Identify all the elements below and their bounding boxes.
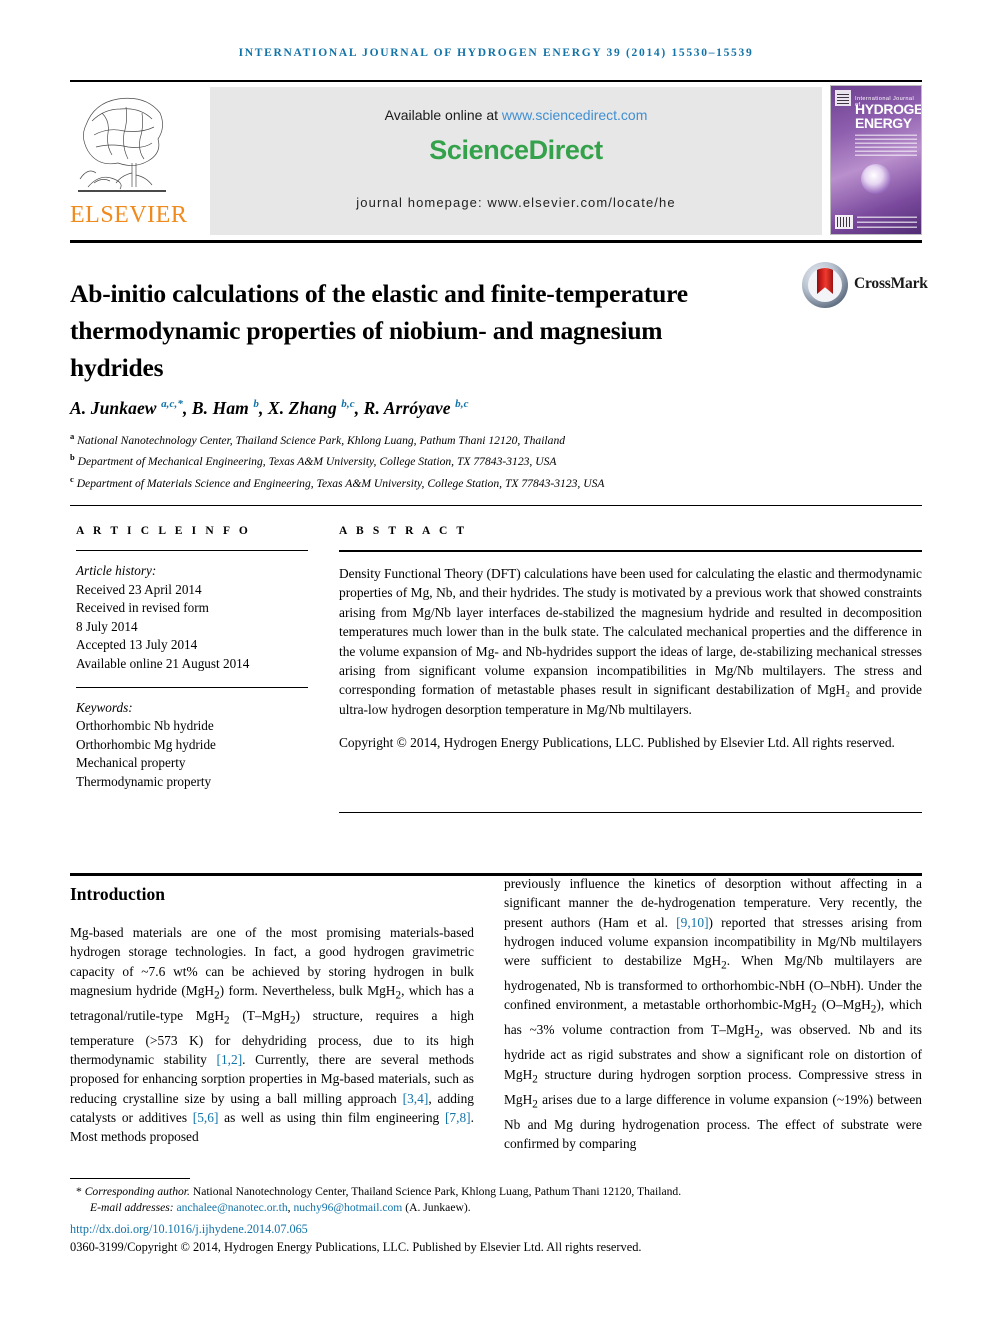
intro-paragraph-right: previously influence the kinetics of des…	[504, 876, 923, 1151]
affiliation-text-c: Department of Materials Science and Engi…	[76, 476, 605, 490]
top-rule	[70, 80, 922, 82]
affiliation-marker-a: a	[70, 431, 75, 441]
affiliation-text-a: National Nanotechnology Center, Thailand…	[77, 433, 566, 447]
section-heading-introduction: Introduction	[70, 884, 165, 904]
article-info-column: A R T I C L E I N F O Article history: R…	[76, 525, 308, 792]
cover-line-3: ENERGY	[855, 115, 912, 131]
body-left-column: Introduction Mg-based materials are one …	[70, 884, 474, 1147]
affiliation-list: a National Nanotechnology Center, Thaila…	[70, 428, 900, 492]
history-item: Available online 21 August 2014	[76, 655, 250, 671]
affiliation-marker-b: b	[70, 452, 75, 463]
affiliation-b: b Department of Mechanical Engineering, …	[70, 449, 900, 470]
email-link-primary[interactable]: anchalee@nanotec.or.th	[177, 1201, 288, 1214]
running-head: International Journal of Hydrogen Energy…	[238, 47, 754, 59]
abstract-divider	[339, 550, 922, 552]
crossmark-label: CrossMark	[854, 275, 928, 292]
footnote-block: * Corresponding author. National Nanotec…	[76, 1184, 926, 1216]
author-list: A. Junkaew a,c,*, B. Ham b, X. Zhang b,c…	[70, 398, 469, 418]
article-history-block: Article history: Received 23 April 2014 …	[76, 562, 308, 674]
tree-drawing	[78, 97, 166, 192]
cover-editors-text	[855, 134, 917, 156]
crossmark-ribbon-icon	[817, 268, 833, 294]
doi-link[interactable]: http://dx.doi.org/10.1016/j.ijhydene.201…	[70, 1222, 308, 1237]
body-right-column: previously influence the kinetics of des…	[504, 874, 922, 1153]
keywords-block: Keywords: Orthorhombic Nb hydride Orthor…	[76, 699, 308, 792]
keywords-label: Keywords:	[76, 699, 133, 715]
available-online-line: Available online at www.sciencedirect.co…	[210, 107, 822, 123]
elsevier-tree-icon	[74, 87, 170, 203]
cover-publisher-icon	[835, 215, 853, 229]
crossmark-badge[interactable]: CrossMark	[802, 262, 928, 314]
history-item: Accepted 13 July 2014	[76, 637, 198, 653]
email-link-secondary[interactable]: nuchy96@hotmail.com	[293, 1201, 402, 1214]
cover-sciencedirect-mark	[857, 216, 917, 228]
crossmark-icon-inner	[808, 268, 842, 302]
corresponding-author-label: Corresponding author.	[84, 1185, 190, 1198]
journal-homepage-line[interactable]: journal homepage: www.elsevier.com/locat…	[210, 195, 822, 210]
email-suffix: (A. Junkaew).	[405, 1201, 471, 1215]
affiliation-a: a National Nanotechnology Center, Thaila…	[70, 428, 900, 449]
abstract-column: A B S T R A C T Density Functional Theor…	[339, 525, 922, 765]
corresponding-author-line: * Corresponding author. National Nanotec…	[76, 1184, 926, 1200]
keyword-item: Thermodynamic property	[76, 773, 212, 789]
masthead: ELSEVIER Available online at www.science…	[70, 85, 922, 237]
footnote-rule	[70, 1178, 190, 1179]
affiliation-text-b: Department of Mechanical Engineering, Te…	[77, 455, 557, 469]
cover-barcode-icon	[835, 90, 851, 106]
article-page: International Journal of Hydrogen Energy…	[0, 0, 992, 1323]
corresponding-marker: *	[76, 1185, 82, 1198]
issn-copyright-line: 0360-3199/Copyright © 2014, Hydrogen Ene…	[70, 1240, 642, 1254]
intro-paragraph-left: Mg-based materials are one of the most p…	[70, 925, 474, 1145]
elsevier-logo: ELSEVIER	[70, 85, 188, 235]
keywords-divider	[76, 686, 308, 688]
sciencedirect-banner: Available online at www.sciencedirect.co…	[210, 87, 822, 235]
page-title: Ab-initio calculations of the elastic an…	[70, 279, 688, 383]
keyword-item: Mechanical property	[76, 755, 186, 771]
history-item: Received in revised form	[76, 600, 209, 616]
info-section-rule	[70, 505, 922, 506]
journal-cover-thumbnail[interactable]: International Journal of HYDROGEN ENERGY	[830, 85, 922, 235]
affiliation-marker-c: c	[70, 473, 74, 484]
elsevier-wordmark: ELSEVIER	[70, 202, 188, 228]
abstract-end-rule	[339, 812, 922, 813]
affiliation-c: c Department of Materials Science and En…	[70, 471, 900, 492]
cover-orb-graphic	[861, 164, 891, 194]
email-label: E-mail addresses:	[90, 1201, 174, 1215]
available-online-label: Available online at	[384, 107, 502, 123]
masthead-rule	[70, 240, 922, 243]
crossmark-icon	[802, 262, 848, 308]
article-history-label: Article history:	[76, 563, 157, 578]
article-info-divider	[76, 550, 308, 551]
abstract-body: Density Functional Theory (DFT) calculat…	[339, 566, 922, 717]
history-item: Received 23 April 2014	[76, 581, 202, 597]
sciencedirect-url-link[interactable]: www.sciencedirect.com	[502, 107, 648, 123]
abstract-heading: A B S T R A C T	[339, 525, 468, 537]
corresponding-author-address: National Nanotechnology Center, Thailand…	[189, 1185, 682, 1198]
sciencedirect-logo[interactable]: ScienceDirect	[210, 135, 822, 166]
abstract-copyright: Copyright © 2014, Hydrogen Energy Public…	[339, 734, 895, 750]
article-info-heading: A R T I C L E I N F O	[76, 525, 251, 537]
keyword-item: Orthorhombic Nb hydride	[76, 718, 214, 734]
keyword-item: Orthorhombic Mg hydride	[76, 736, 216, 752]
email-line: E-mail addresses: anchalee@nanotec.or.th…	[76, 1200, 926, 1216]
history-item: 8 July 2014	[76, 618, 138, 634]
